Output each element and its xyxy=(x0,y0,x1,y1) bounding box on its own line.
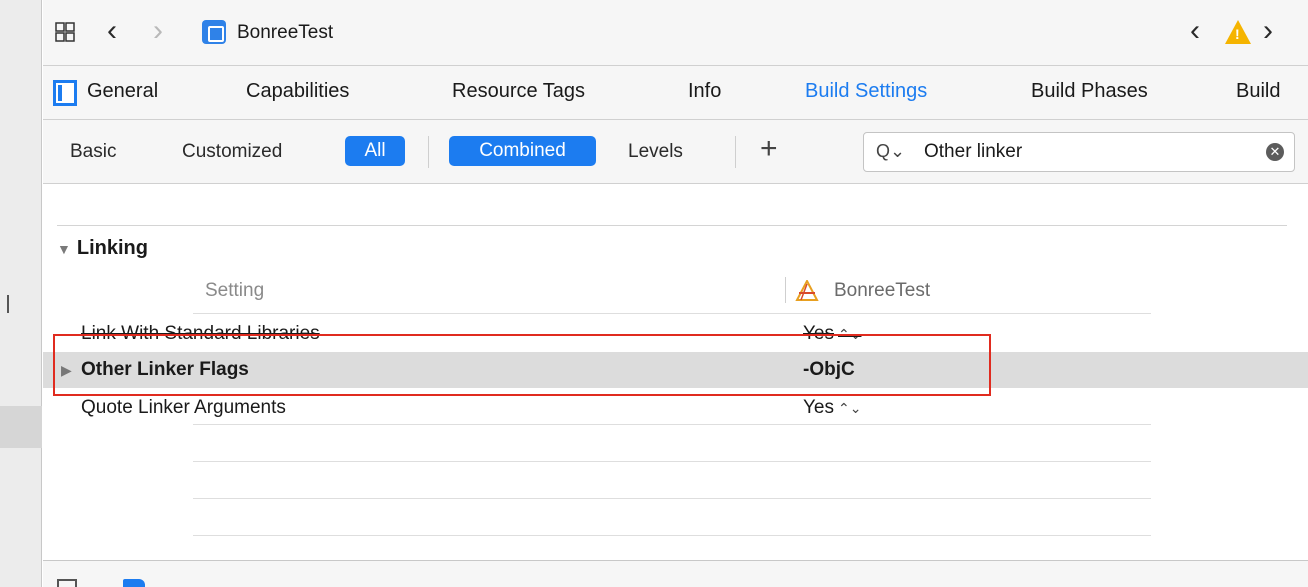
filter-customized[interactable]: Customized xyxy=(182,141,282,163)
tab-resource-tags[interactable]: Resource Tags xyxy=(452,80,585,103)
disclosure-triangle-icon[interactable]: ▼ xyxy=(57,241,71,257)
file-icon[interactable] xyxy=(123,579,145,587)
row-divider xyxy=(193,461,1151,462)
annotation-highlight-box xyxy=(53,334,991,396)
divider xyxy=(57,225,1287,226)
filter-levels[interactable]: Levels xyxy=(628,141,683,163)
tab-build-settings[interactable]: Build Settings xyxy=(805,80,927,103)
section-header-linking[interactable]: ▼ Linking xyxy=(57,237,148,260)
related-items-grid-icon[interactable] xyxy=(55,22,75,42)
stepper-icon[interactable]: ⌃⌄ xyxy=(838,400,861,416)
search-input[interactable] xyxy=(924,140,1224,164)
setting-value[interactable]: Yes ⌃⌄ xyxy=(803,397,861,419)
editor-tab-bar: General Capabilities Resource Tags Info … xyxy=(43,66,1308,120)
tab-info[interactable]: Info xyxy=(688,80,721,103)
forward-arrow-icon[interactable]: › xyxy=(153,14,163,48)
row-divider xyxy=(193,424,1151,425)
tab-build-rules[interactable]: Build xyxy=(1236,80,1280,103)
bottom-bar xyxy=(43,560,1308,587)
navigation-bar: ‹ › BonreeTest ‹ ! › xyxy=(43,0,1308,66)
project-navigator-toggle-icon[interactable] xyxy=(53,80,77,106)
filter-combined[interactable]: Combined xyxy=(449,136,596,166)
build-settings-filter-bar: Basic Customized All Combined Levels + Q… xyxy=(43,120,1308,184)
filter-basic[interactable]: Basic xyxy=(70,141,116,163)
section-title: Linking xyxy=(76,237,148,259)
next-issue-icon[interactable]: › xyxy=(1263,14,1273,48)
add-setting-plus-icon[interactable]: + xyxy=(760,132,778,166)
row-divider xyxy=(193,498,1151,499)
warning-icon[interactable]: ! xyxy=(1225,20,1251,44)
tab-build-phases[interactable]: Build Phases xyxy=(1031,80,1148,103)
tab-capabilities[interactable]: Capabilities xyxy=(246,80,349,103)
target-app-icon xyxy=(795,280,819,301)
previous-issue-icon[interactable]: ‹ xyxy=(1190,14,1200,48)
left-strip xyxy=(0,0,42,587)
column-header-setting: Setting xyxy=(205,280,265,301)
search-icon[interactable]: Q⌄ xyxy=(876,141,905,162)
clear-search-icon[interactable]: ✕ xyxy=(1266,143,1284,161)
filter-separator xyxy=(735,136,736,168)
column-divider xyxy=(785,277,786,303)
left-strip-tick xyxy=(7,295,9,313)
setting-value-text: Yes xyxy=(803,397,834,418)
row-divider xyxy=(193,535,1151,536)
filter-separator xyxy=(428,136,429,168)
tab-general[interactable]: General xyxy=(87,80,158,103)
jump-bar-project-title[interactable]: BonreeTest xyxy=(237,22,333,44)
column-header-target[interactable]: BonreeTest xyxy=(834,280,930,302)
row-divider xyxy=(193,313,1151,314)
project-file-icon xyxy=(202,20,226,44)
left-strip-shade xyxy=(0,406,42,448)
setting-name: Quote Linker Arguments xyxy=(81,397,286,418)
back-arrow-icon[interactable]: ‹ xyxy=(107,14,117,48)
document-outline-icon[interactable] xyxy=(57,579,77,587)
search-field[interactable]: Q⌄ ✕ xyxy=(863,132,1295,172)
filter-all[interactable]: All xyxy=(345,136,405,166)
